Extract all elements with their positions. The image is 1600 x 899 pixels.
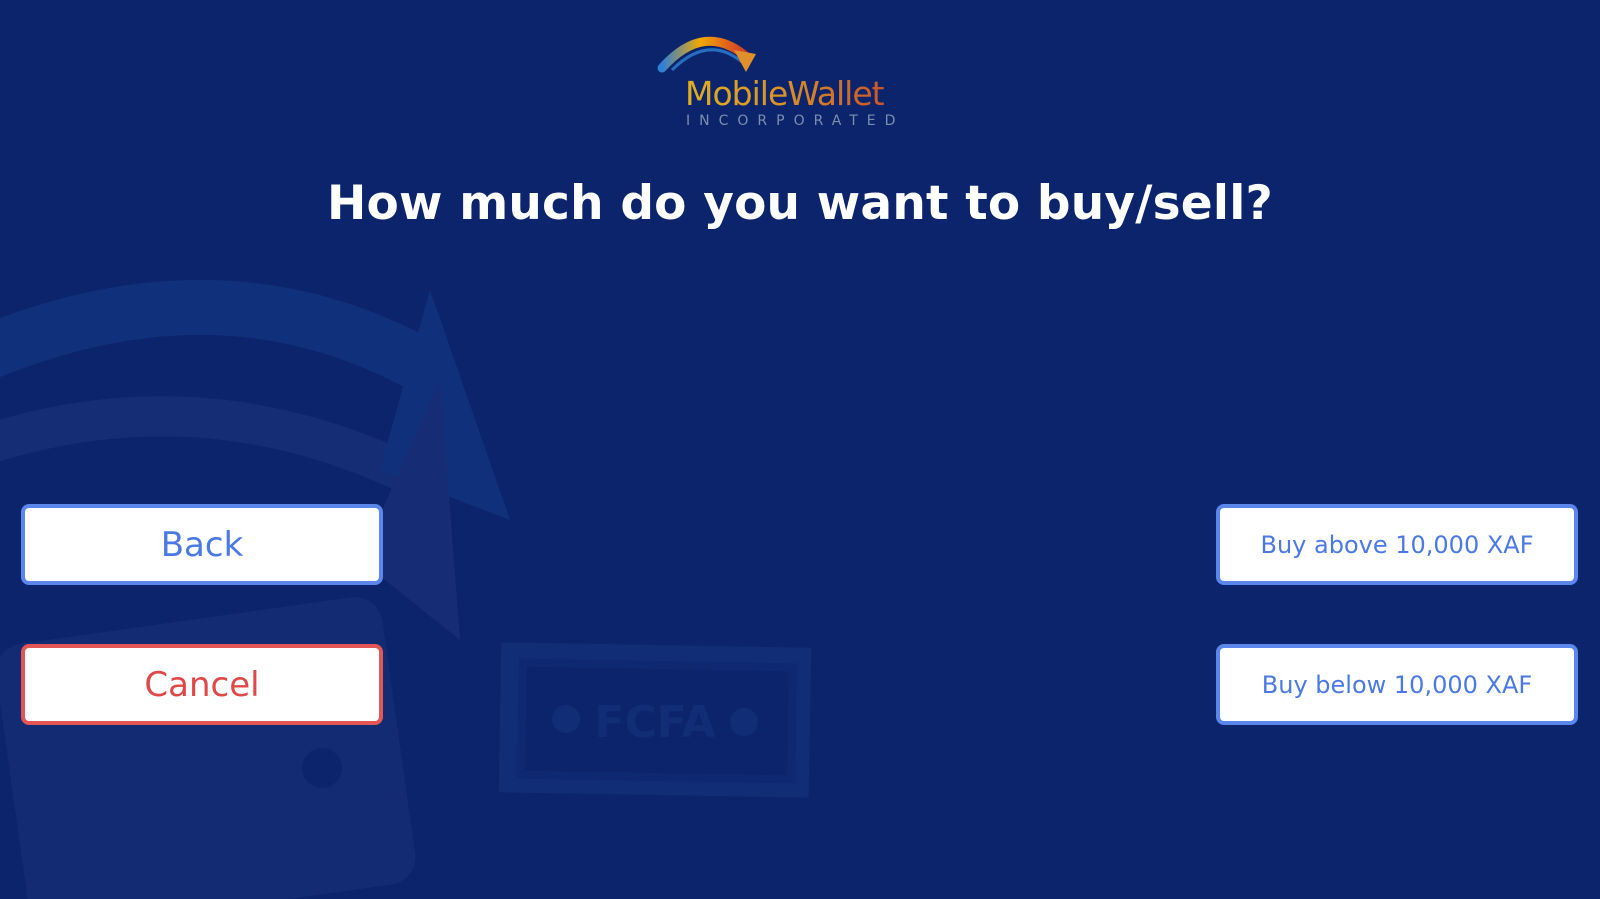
buy-above-button[interactable]: Buy above 10,000 XAF bbox=[1216, 504, 1578, 585]
banknote-label: FCFA bbox=[594, 697, 715, 748]
cancel-button-label: Cancel bbox=[144, 664, 260, 705]
rainbow-arrow-icon bbox=[657, 36, 756, 73]
back-button-label: Back bbox=[160, 524, 244, 565]
cancel-button[interactable]: Cancel bbox=[21, 644, 383, 725]
logo-subtitle: INCORPORATED bbox=[686, 113, 904, 129]
banknote-icon: FCFA bbox=[498, 642, 812, 798]
wallet-icon bbox=[0, 279, 510, 899]
buy-above-button-label: Buy above 10,000 XAF bbox=[1260, 530, 1534, 559]
page-title: How much do you want to buy/sell? bbox=[327, 176, 1273, 231]
back-button[interactable]: Back bbox=[21, 504, 383, 585]
mobilewallet-logo: MobileWallet INCORPORATED bbox=[650, 20, 940, 135]
buy-below-button-label: Buy below 10,000 XAF bbox=[1261, 670, 1533, 699]
buy-below-button[interactable]: Buy below 10,000 XAF bbox=[1216, 644, 1578, 725]
logo-name: MobileWallet bbox=[685, 74, 885, 113]
